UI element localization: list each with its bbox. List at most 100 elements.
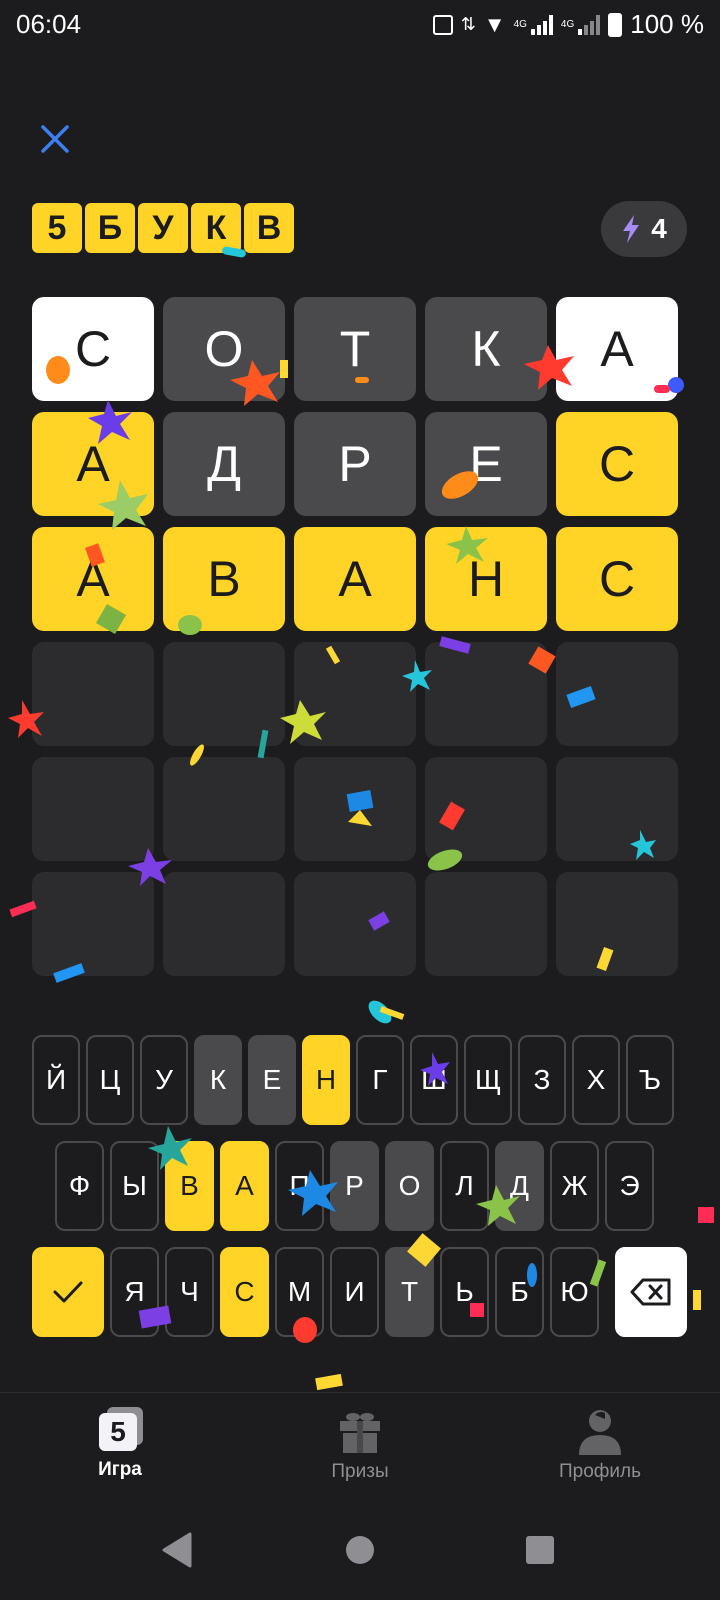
- board-cell: А: [294, 527, 416, 631]
- key[interactable]: Л: [440, 1141, 489, 1231]
- board-cell: [556, 757, 678, 861]
- bottom-nav: 5 Игра Призы Профиль: [0, 1392, 720, 1501]
- key[interactable]: И: [330, 1247, 379, 1337]
- board-cell: [556, 872, 678, 976]
- board-cell: А: [32, 527, 154, 631]
- key[interactable]: Г: [356, 1035, 404, 1125]
- close-button[interactable]: [36, 120, 76, 160]
- back-triangle-icon[interactable]: [160, 1530, 194, 1570]
- logo-tile: 5: [32, 203, 82, 253]
- key[interactable]: Й: [32, 1035, 80, 1125]
- key[interactable]: Е: [248, 1035, 296, 1125]
- key[interactable]: Н: [302, 1035, 350, 1125]
- logo-tile: У: [138, 203, 188, 253]
- logo-tile: Б: [85, 203, 135, 253]
- board-cell: Н: [425, 527, 547, 631]
- board-cell: Е: [425, 412, 547, 516]
- key[interactable]: Д: [495, 1141, 544, 1231]
- recents-square-icon[interactable]: [524, 1530, 556, 1570]
- status-icons: ⇅ ▼ 4G 4G 100 %: [432, 9, 704, 40]
- key[interactable]: Х: [572, 1035, 620, 1125]
- board-cell: С: [32, 297, 154, 401]
- battery-percent: 100 %: [630, 9, 704, 39]
- key[interactable]: Ъ: [626, 1035, 674, 1125]
- key[interactable]: Б: [495, 1247, 544, 1337]
- game-5-icon: 5: [95, 1407, 145, 1453]
- board-cell: А: [32, 412, 154, 516]
- key[interactable]: Ц: [86, 1035, 134, 1125]
- key[interactable]: Ш: [410, 1035, 458, 1125]
- board-cell: А: [556, 297, 678, 401]
- battery-icon: [608, 12, 623, 37]
- key[interactable]: У: [140, 1035, 188, 1125]
- key[interactable]: Ж: [550, 1141, 599, 1231]
- key[interactable]: Ю: [550, 1247, 599, 1337]
- vibrate-icon: [432, 14, 453, 35]
- signal-icon-1: [530, 14, 553, 35]
- board-cell: В: [163, 527, 285, 631]
- board-cell: [163, 872, 285, 976]
- board-cell: [425, 872, 547, 976]
- key[interactable]: Я: [110, 1247, 159, 1337]
- system-nav-bar: [0, 1500, 720, 1600]
- board-cell: [32, 872, 154, 976]
- logo-tile: В: [244, 203, 294, 253]
- key[interactable]: С: [220, 1247, 269, 1337]
- board-cell: [163, 757, 285, 861]
- key[interactable]: К: [194, 1035, 242, 1125]
- board-cell: [425, 757, 547, 861]
- key[interactable]: А: [220, 1141, 269, 1231]
- board-cell: [294, 642, 416, 746]
- nav-prizes[interactable]: Призы: [280, 1407, 440, 1497]
- nav-game[interactable]: 5 Игра: [40, 1407, 200, 1497]
- network-type-1: 4G: [513, 19, 527, 30]
- key[interactable]: Э: [605, 1141, 654, 1231]
- wifi-icon: ▼: [483, 11, 506, 37]
- checkmark-icon: [53, 1281, 83, 1303]
- board-cell: [32, 757, 154, 861]
- home-circle-icon[interactable]: [344, 1530, 376, 1570]
- nav-profile[interactable]: Профиль: [520, 1407, 680, 1497]
- enter-button[interactable]: [32, 1247, 104, 1337]
- hints-button[interactable]: 4: [601, 201, 687, 257]
- board-cell: Р: [294, 412, 416, 516]
- board-cell: О: [163, 297, 285, 401]
- board-cell: Д: [163, 412, 285, 516]
- backspace-icon: [630, 1278, 671, 1306]
- lightning-icon: [623, 215, 640, 243]
- board-cell: Т: [294, 297, 416, 401]
- board-cell: [294, 757, 416, 861]
- key[interactable]: Ч: [165, 1247, 214, 1337]
- key[interactable]: З: [518, 1035, 566, 1125]
- key[interactable]: Т: [385, 1247, 434, 1337]
- board-cell: [556, 642, 678, 746]
- key[interactable]: Ф: [55, 1141, 104, 1231]
- key[interactable]: Р: [330, 1141, 379, 1231]
- board-cell: [425, 642, 547, 746]
- profile-icon: [579, 1410, 621, 1455]
- board-cell: С: [556, 527, 678, 631]
- nav-label: Профиль: [558, 1461, 642, 1482]
- key[interactable]: О: [385, 1141, 434, 1231]
- close-icon: [41, 125, 69, 153]
- key[interactable]: М: [275, 1247, 324, 1337]
- key[interactable]: П: [275, 1141, 324, 1231]
- status-time: 06:04: [16, 9, 82, 39]
- signal-icon-2: [578, 14, 601, 35]
- data-transfer-icon: ⇅: [460, 14, 476, 34]
- key[interactable]: Ы: [110, 1141, 159, 1231]
- key[interactable]: Щ: [464, 1035, 512, 1125]
- gift-icon: [340, 1413, 380, 1453]
- key[interactable]: В: [165, 1141, 214, 1231]
- backspace-button[interactable]: [615, 1247, 687, 1337]
- nav-label: Игра: [98, 1459, 142, 1480]
- board-cell: [32, 642, 154, 746]
- hints-count: 4: [651, 213, 667, 244]
- game-logo: 5 Б У К В: [32, 203, 294, 253]
- board-cell: С: [556, 412, 678, 516]
- board-cell: [294, 872, 416, 976]
- board-cell: К: [425, 297, 547, 401]
- status-bar: 06:04 ⇅ ▼ 4G 4G 100 %: [0, 0, 720, 50]
- key[interactable]: Ь: [440, 1247, 489, 1337]
- board-cell: [163, 642, 285, 746]
